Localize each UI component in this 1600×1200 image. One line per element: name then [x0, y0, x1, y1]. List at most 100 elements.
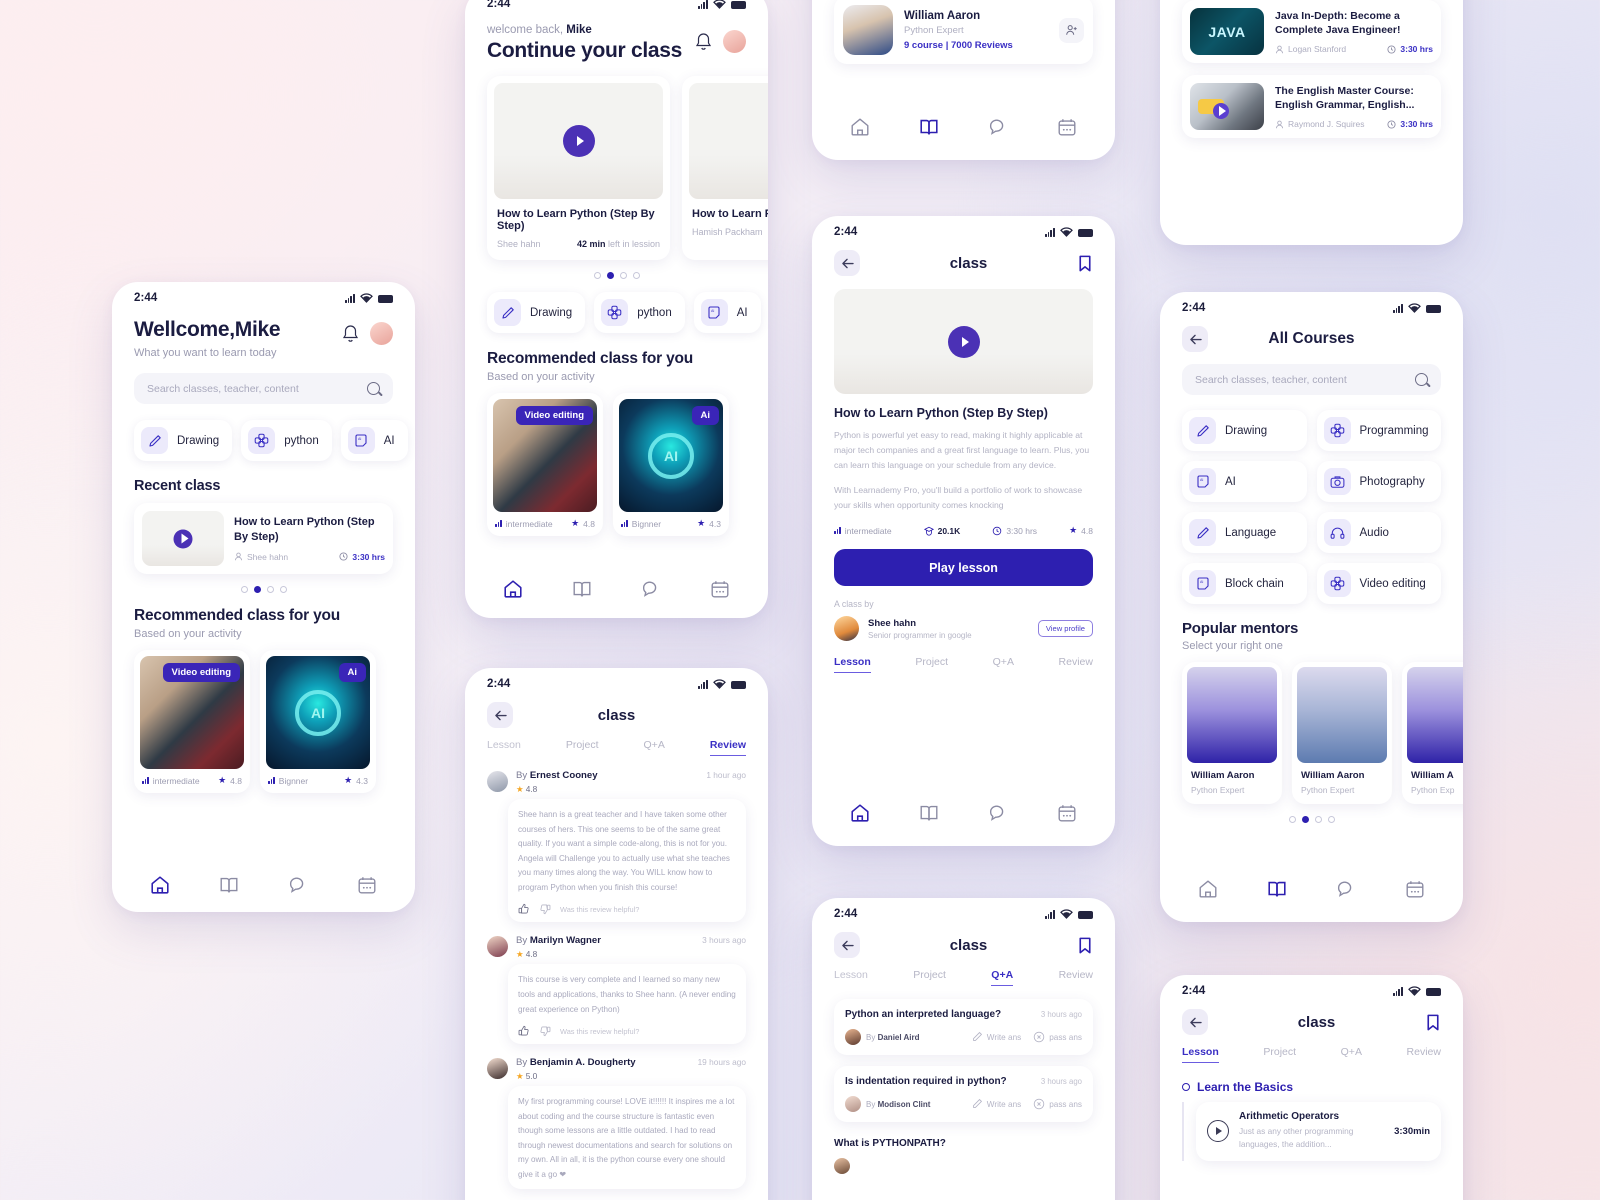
- recommended-card-ai[interactable]: AI Ai Bignner ★ 4.3: [260, 650, 376, 793]
- carousel-dots[interactable]: [134, 586, 393, 593]
- play-icon[interactable]: [947, 325, 980, 358]
- carousel-dots[interactable]: [1182, 816, 1441, 823]
- chat-icon[interactable]: [987, 116, 1009, 138]
- carousel-dots[interactable]: [487, 272, 746, 279]
- bottom-nav[interactable]: [112, 874, 415, 896]
- lesson-item[interactable]: Arithmetic Operators Just as any other p…: [1196, 1102, 1441, 1161]
- tab-project[interactable]: Project: [566, 739, 599, 756]
- bottom-nav[interactable]: [465, 578, 768, 600]
- bell-icon[interactable]: [695, 32, 712, 51]
- category-item-programming[interactable]: Programming: [1316, 410, 1441, 451]
- category-item-drawing[interactable]: Drawing: [1182, 410, 1307, 451]
- tab-review[interactable]: Review: [1059, 656, 1093, 673]
- thumbs-down-icon[interactable]: [539, 1025, 551, 1037]
- category-chip-drawing[interactable]: Drawing: [487, 292, 586, 333]
- thumbs-down-icon[interactable]: [539, 903, 551, 915]
- tab-bar[interactable]: Lesson Project Q+A Review: [834, 656, 1093, 674]
- back-button[interactable]: [834, 250, 860, 276]
- bottom-nav[interactable]: [812, 116, 1115, 138]
- chat-icon[interactable]: [1335, 878, 1357, 900]
- home-icon[interactable]: [849, 802, 871, 824]
- mentor-card[interactable]: William A Python Exp: [1402, 662, 1463, 804]
- search-input[interactable]: Search classes, teacher, content: [134, 373, 393, 404]
- category-chip-drawing[interactable]: Drawing: [134, 420, 233, 461]
- qa-item[interactable]: Is indentation required in python? 3 hou…: [834, 1066, 1093, 1122]
- book-icon[interactable]: [1266, 878, 1288, 900]
- avatar[interactable]: [723, 30, 746, 53]
- category-chip-list[interactable]: Drawing python AI AI: [134, 420, 408, 461]
- tab-qa[interactable]: Q+A: [993, 656, 1014, 673]
- category-grid[interactable]: Drawing Programming AI AI Photography La…: [1182, 410, 1441, 604]
- mentor-card[interactable]: William Aaron Python Expert 9 course | 7…: [834, 0, 1093, 64]
- category-item-video-editing[interactable]: Video editing: [1316, 563, 1441, 604]
- tab-project[interactable]: Project: [915, 656, 948, 673]
- calendar-icon[interactable]: [1404, 878, 1426, 900]
- book-icon[interactable]: [571, 578, 593, 600]
- home-icon[interactable]: [502, 578, 524, 600]
- bottom-nav[interactable]: [1160, 878, 1463, 900]
- bell-icon[interactable]: [342, 324, 359, 343]
- add-person-icon[interactable]: [1059, 17, 1084, 43]
- category-chip-python[interactable]: python: [594, 292, 685, 333]
- back-button[interactable]: [1182, 326, 1208, 352]
- tab-qa[interactable]: Q+A: [991, 969, 1014, 986]
- tab-project[interactable]: Project: [1263, 1046, 1296, 1063]
- play-icon[interactable]: [173, 529, 193, 548]
- tab-bar[interactable]: Lesson Project Q+A Review: [834, 969, 1093, 986]
- calendar-icon[interactable]: [1056, 802, 1078, 824]
- bookmark-icon[interactable]: [1077, 936, 1093, 955]
- calendar-icon[interactable]: [356, 874, 378, 896]
- write-answer-button[interactable]: Write ans: [971, 1031, 1021, 1043]
- recommended-card-video[interactable]: Video editing intermediate ★ 4.8: [134, 650, 250, 793]
- teacher-row[interactable]: Shee hahn Senior programmer in google Vi…: [834, 616, 1093, 642]
- home-icon[interactable]: [149, 874, 171, 896]
- tab-review[interactable]: Review: [1059, 969, 1093, 986]
- category-item-blockchain[interactable]: AI Block chain: [1182, 563, 1307, 604]
- search-input[interactable]: Search classes, teacher, content: [1182, 364, 1441, 395]
- book-icon[interactable]: [918, 116, 940, 138]
- write-answer-button[interactable]: Write ans: [971, 1098, 1021, 1110]
- category-chip-list[interactable]: Drawing python AI AI: [487, 292, 761, 333]
- thumbs-up-icon[interactable]: [518, 1025, 530, 1037]
- recommended-card-video[interactable]: Video editing intermediate ★ 4.8: [487, 393, 603, 536]
- bottom-nav[interactable]: [812, 802, 1115, 824]
- category-item-language[interactable]: Language: [1182, 512, 1307, 553]
- bookmark-icon[interactable]: [1077, 254, 1093, 273]
- pass-answer-button[interactable]: pass ans: [1033, 1031, 1082, 1043]
- mentor-card[interactable]: William Aaron Python Expert: [1182, 662, 1282, 804]
- recent-class-card[interactable]: How to Learn Python (Step By Step) Shee …: [134, 503, 393, 574]
- back-button[interactable]: [1182, 1009, 1208, 1035]
- back-button[interactable]: [487, 702, 513, 728]
- tab-review[interactable]: Review: [1407, 1046, 1441, 1063]
- mentor-card[interactable]: William Aaron Python Expert: [1292, 662, 1392, 804]
- category-item-audio[interactable]: Audio: [1316, 512, 1441, 553]
- recommended-card-ai[interactable]: AI Ai Bignner ★ 4.3: [613, 393, 729, 536]
- calendar-icon[interactable]: [1056, 116, 1078, 138]
- tab-bar[interactable]: Lesson Project Q+A Review: [487, 739, 746, 756]
- category-item-ai[interactable]: AI AI: [1182, 461, 1307, 502]
- tab-review[interactable]: Review: [709, 739, 746, 756]
- category-chip-ai[interactable]: AI AI: [340, 420, 408, 461]
- pass-answer-button[interactable]: pass ans: [1033, 1098, 1082, 1110]
- tab-lesson[interactable]: Lesson: [487, 739, 521, 756]
- continue-card[interactable]: How to Learn P Hamish Packham: [682, 76, 768, 260]
- tab-lesson[interactable]: Lesson: [834, 656, 871, 674]
- home-icon[interactable]: [849, 116, 871, 138]
- tab-project[interactable]: Project: [913, 969, 946, 986]
- tab-lesson[interactable]: Lesson: [1182, 1046, 1219, 1063]
- view-profile-button[interactable]: View profile: [1037, 620, 1093, 638]
- play-icon[interactable]: [1213, 103, 1230, 120]
- chat-icon[interactable]: [987, 802, 1009, 824]
- category-chip-ai[interactable]: AI AI: [693, 292, 761, 333]
- play-icon[interactable]: [562, 125, 595, 157]
- course-list-item[interactable]: JAVA Java In-Depth: Become a Complete Ja…: [1182, 0, 1441, 63]
- qa-item[interactable]: Python an interpreted language? 3 hours …: [834, 999, 1093, 1055]
- home-icon[interactable]: [1197, 878, 1219, 900]
- tab-qa[interactable]: Q+A: [644, 739, 665, 756]
- book-icon[interactable]: [218, 874, 240, 896]
- calendar-icon[interactable]: [709, 578, 731, 600]
- course-list-item[interactable]: The English Master Course: English Gramm…: [1182, 75, 1441, 138]
- play-lesson-button[interactable]: Play lesson: [834, 549, 1093, 587]
- avatar[interactable]: [370, 322, 393, 345]
- play-icon[interactable]: [1207, 1120, 1229, 1143]
